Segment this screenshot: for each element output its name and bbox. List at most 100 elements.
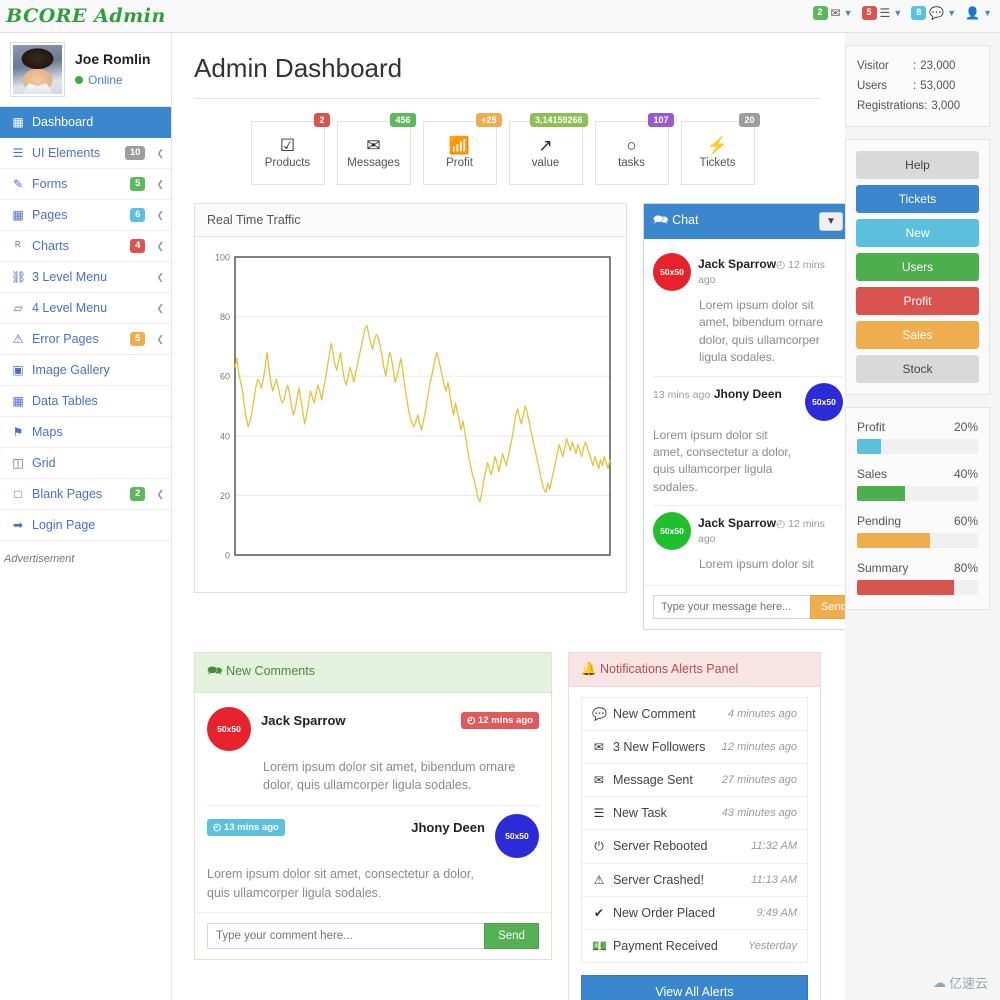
- stat-tile-tasks[interactable]: 107 ○ tasks: [594, 113, 674, 185]
- brand-logo[interactable]: BCORE Admin: [0, 5, 172, 27]
- progress-percent: 60%: [953, 514, 978, 529]
- chevron-left-icon[interactable]: ❮: [156, 241, 164, 252]
- notification-label: New Order Placed: [612, 905, 716, 920]
- comment-send-button[interactable]: Send: [484, 922, 539, 949]
- stat-tile-messages[interactable]: 456 ✉ Messages: [336, 113, 416, 185]
- chevron-left-icon[interactable]: ❮: [156, 179, 164, 190]
- chevron-left-icon[interactable]: ❮: [156, 489, 164, 500]
- stat-tile-profit[interactable]: +25 📶 Profit: [422, 113, 502, 185]
- notification-label: 3 New Followers: [612, 739, 706, 754]
- sidebar-item-ui-elements[interactable]: ☰ UI Elements 10 ❮: [0, 138, 171, 169]
- sidebar-item-blank-pages[interactable]: □ Blank Pages 2 ❮: [0, 479, 171, 510]
- progress-fill: [857, 439, 882, 455]
- film-icon: ▣: [12, 363, 24, 377]
- sidebar-item-badge: 5: [130, 331, 146, 347]
- chat-author: Jack Sparrow: [698, 516, 777, 531]
- sidebar-item-grid[interactable]: ◫ Grid: [0, 448, 171, 479]
- sidebar-item-error-pages[interactable]: ⚠ Error Pages 5 ❮: [0, 324, 171, 355]
- header-group-envelope-icon[interactable]: 2 ✉ ▼: [812, 6, 853, 20]
- sidebar-item-pages[interactable]: ▦ Pages 6 ❮: [0, 200, 171, 231]
- sidebar-item-forms[interactable]: ✎ Forms 5 ❮: [0, 169, 171, 200]
- progress-fill: [857, 533, 930, 549]
- notification-label: New Task: [612, 805, 667, 820]
- view-all-alerts-button[interactable]: View All Alerts: [580, 974, 808, 1000]
- bell-icon: 🔔: [580, 661, 597, 676]
- sidebar-item-badge: 5: [130, 176, 146, 192]
- grid-icon: ▦: [12, 115, 24, 129]
- notification-label: Server Rebooted: [612, 839, 708, 854]
- chat-message: 50x50 Jack Sparrow◴ 12 mins ago Lorem ipsu…: [653, 506, 843, 582]
- sidebar-item-charts[interactable]: ᴿ Charts 4 ❮: [0, 231, 171, 262]
- envelope-icon[interactable]: ✉: [831, 6, 841, 20]
- chevron-down-icon[interactable]: ▼: [893, 8, 902, 18]
- chevron-down-icon[interactable]: ▼: [844, 8, 853, 18]
- svg-text:40: 40: [220, 431, 230, 441]
- chevron-left-icon[interactable]: ❮: [156, 334, 164, 345]
- stat-value: 23,000: [920, 60, 956, 72]
- chevron-down-icon[interactable]: ▼: [819, 212, 843, 231]
- sidebar-item-image-gallery[interactable]: ▣ Image Gallery: [0, 355, 171, 386]
- progress-label: Profit: [857, 420, 886, 435]
- comments-icon[interactable]: 💬: [929, 6, 944, 20]
- quick-button-tickets[interactable]: Tickets: [856, 185, 979, 214]
- sidebar-item-data-tables[interactable]: ▦ Data Tables: [0, 386, 171, 417]
- signal-icon: 📶: [448, 136, 471, 155]
- progress-percent: 40%: [953, 467, 978, 482]
- columns-icon: ◫: [12, 456, 24, 470]
- notification-item[interactable]: ✔ New Order Placed 9:49 AM: [581, 897, 807, 930]
- warning-icon: ⚠: [593, 872, 605, 887]
- square-icon: □: [14, 487, 22, 501]
- chat-send-button[interactable]: Send: [810, 594, 845, 619]
- progress-track: [857, 439, 978, 455]
- signin-icon: ➡: [12, 518, 24, 532]
- notification-item[interactable]: ✉ 3 New Followers 12 minutes ago: [581, 731, 807, 764]
- chevron-down-icon[interactable]: ▼: [983, 8, 992, 18]
- chevron-left-icon[interactable]: ❮: [156, 210, 164, 221]
- notification-item[interactable]: 💵 Payment Received Yesterday: [582, 930, 807, 962]
- sidebar-item-3-level-menu[interactable]: ⛓ 3 Level Menu ❮: [0, 262, 171, 293]
- chat-title: 🗪 Chat: [653, 211, 698, 232]
- quick-button-sales[interactable]: Sales: [856, 321, 979, 350]
- sidebar-item-4-level-menu[interactable]: ▱ 4 Level Menu ❮: [0, 293, 171, 324]
- sidebar-item-dashboard[interactable]: ▦ Dashboard: [0, 107, 171, 138]
- progress-list: Profit 20% Sales 40% Pending 60% Summary 80%: [846, 408, 989, 609]
- header-group-user-icon[interactable]: 👤 ▼: [965, 6, 992, 20]
- notification-item[interactable]: ✉ Message Sent 27 minutes ago: [581, 764, 807, 797]
- tasks-icon[interactable]: ☰: [880, 6, 891, 20]
- progress-item: Sales 40%: [857, 467, 978, 502]
- sidebar-item-login-page[interactable]: ➡ Login Page: [0, 510, 171, 541]
- quick-button-users[interactable]: Users: [856, 253, 979, 282]
- header-badge: 5: [861, 6, 877, 20]
- comment-author: Jhony Deen: [411, 820, 485, 836]
- quick-button-help[interactable]: Help: [856, 151, 979, 180]
- notification-label: Server Crashed!: [612, 872, 704, 887]
- notification-item[interactable]: ⏻ Server Rebooted 11:32 AM: [581, 830, 807, 864]
- stat-tile-products[interactable]: 2 ☑ Products: [250, 113, 330, 185]
- comment-input[interactable]: [207, 922, 485, 949]
- progress-fill: [857, 486, 906, 502]
- chevron-down-icon[interactable]: ▼: [947, 8, 956, 18]
- notification-item[interactable]: ☰ New Task 43 minutes ago: [581, 797, 807, 830]
- header-group-tasks-icon[interactable]: 5 ☰ ▼: [861, 6, 902, 20]
- user-icon[interactable]: 👤: [965, 6, 980, 20]
- stat-tile-value[interactable]: 3,14159266 ↗ value: [508, 113, 588, 185]
- quick-button-stock[interactable]: Stock: [856, 355, 979, 384]
- chat-message: 50x50 Jack Sparrow◴ 12 mins ago Lorem ipsu…: [653, 247, 843, 377]
- notification-item[interactable]: 💬 New Comment 4 minutes ago: [581, 698, 807, 731]
- header-group-comments-icon[interactable]: 8 💬 ▼: [911, 6, 956, 20]
- chevron-left-icon[interactable]: ❮: [156, 303, 164, 314]
- sidebar-item-maps[interactable]: ⚑ Maps: [0, 417, 171, 448]
- chevron-left-icon[interactable]: ❮: [156, 148, 164, 159]
- stat-tile-tickets[interactable]: 20 ⚡ Tickets: [680, 113, 760, 185]
- stat-value: 3,000: [931, 100, 961, 113]
- chat-text: Lorem ipsum dolor sit: [699, 557, 814, 572]
- quick-button-new[interactable]: New: [856, 219, 979, 248]
- comment-author: Jack Sparrow: [261, 712, 346, 728]
- chevron-left-icon[interactable]: ❮: [156, 272, 164, 283]
- notification-item[interactable]: ⚠ Server Crashed! 11:13 AM: [581, 864, 807, 897]
- chat-input[interactable]: [653, 594, 810, 619]
- chat-author: Jhony Deen: [713, 386, 782, 401]
- progress-track: [857, 486, 978, 502]
- quick-button-profit[interactable]: Profit: [856, 287, 979, 316]
- sidebar-item-label: Forms: [32, 177, 68, 191]
